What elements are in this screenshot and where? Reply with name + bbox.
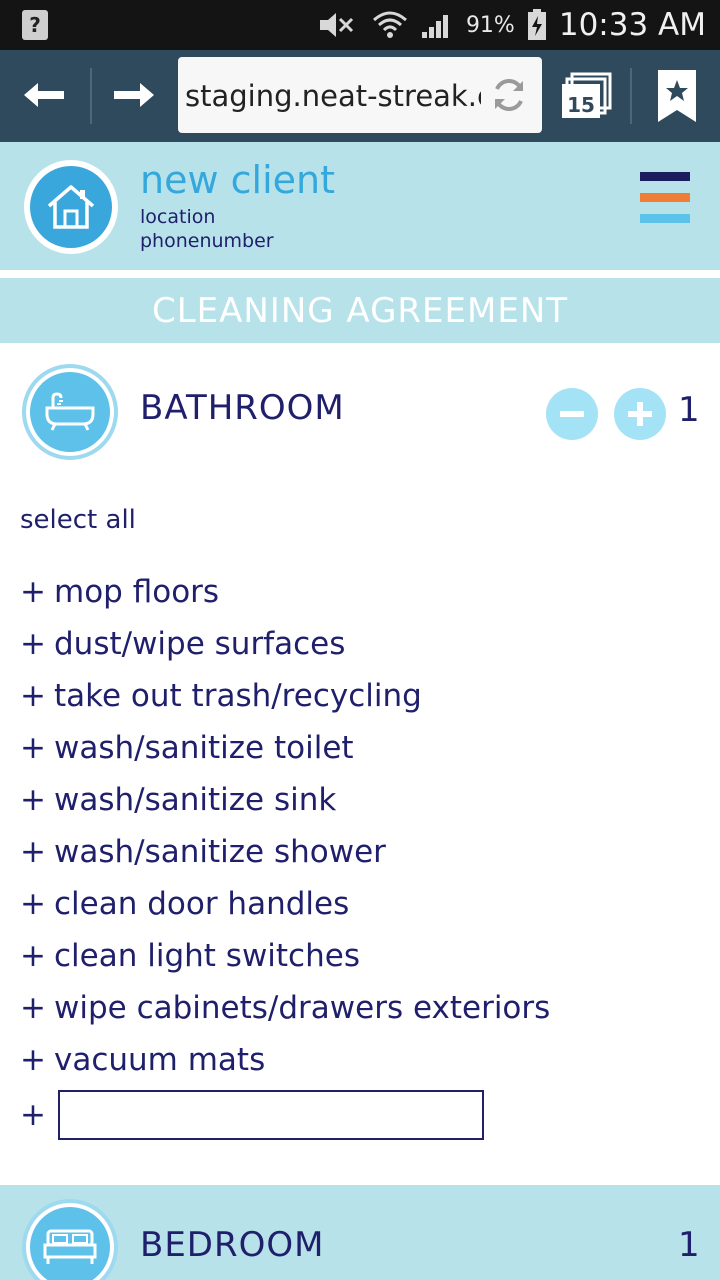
- toolbar-divider: [90, 68, 92, 124]
- tab-count: 15: [567, 93, 595, 117]
- add-task-plus[interactable]: +: [20, 834, 54, 870]
- wifi-icon: [372, 10, 408, 40]
- menu-bar-icon: [640, 172, 690, 181]
- client-phone: phonenumber: [140, 230, 274, 252]
- task-item[interactable]: + mop floors: [20, 566, 710, 618]
- agreement-banner: CLEANING AGREEMENT: [0, 278, 720, 343]
- unknown-app-notification-icon: ?: [22, 10, 48, 40]
- client-header: new client location phonenumber: [0, 142, 720, 270]
- hamburger-menu-button[interactable]: [640, 172, 690, 224]
- add-task-plus[interactable]: +: [20, 574, 54, 610]
- task-label[interactable]: clean door handles: [54, 886, 349, 922]
- tabs-button[interactable]: 15: [558, 72, 614, 122]
- battery-charging-icon: [527, 9, 547, 41]
- reload-icon[interactable]: [490, 76, 528, 118]
- add-task-plus[interactable]: +: [20, 782, 54, 818]
- task-item[interactable]: + clean door handles: [20, 878, 710, 930]
- task-label[interactable]: wash/sanitize toilet: [54, 730, 354, 766]
- add-task-plus[interactable]: +: [20, 730, 54, 766]
- add-task-plus[interactable]: +: [20, 886, 54, 922]
- add-task-plus[interactable]: +: [20, 990, 54, 1026]
- address-bar[interactable]: staging.neat-streak.c: [178, 57, 542, 133]
- select-all-link[interactable]: select all: [20, 505, 136, 535]
- task-item[interactable]: + wash/sanitize toilet: [20, 722, 710, 774]
- decrease-bathroom-button[interactable]: [546, 388, 598, 440]
- arrow-left-icon: [24, 83, 64, 107]
- tabs-icon: 15: [562, 72, 612, 118]
- browser-toolbar: staging.neat-streak.c 15: [0, 50, 720, 142]
- mute-icon: [316, 10, 360, 40]
- task-label[interactable]: vacuum mats: [54, 1042, 265, 1078]
- bedroom-title: BEDROOM: [140, 1225, 325, 1265]
- add-task-plus[interactable]: +: [20, 1042, 54, 1078]
- client-location: location: [140, 206, 216, 228]
- increase-bathroom-button[interactable]: [614, 388, 666, 440]
- task-label[interactable]: wipe cabinets/drawers exteriors: [54, 990, 550, 1026]
- task-item[interactable]: + take out trash/recycling: [20, 670, 710, 722]
- clock: 10:33 AM: [558, 7, 706, 43]
- add-task-plus[interactable]: +: [20, 626, 54, 662]
- task-label[interactable]: mop floors: [54, 574, 219, 610]
- agreement-title: CLEANING AGREEMENT: [151, 290, 569, 331]
- bathroom-count: 1: [678, 390, 700, 430]
- client-avatar: [24, 160, 118, 254]
- task-label[interactable]: wash/sanitize sink: [54, 782, 336, 818]
- back-button[interactable]: [18, 70, 70, 120]
- bedroom-section: BEDROOM 1: [0, 1185, 720, 1280]
- task-item[interactable]: + vacuum mats: [20, 1034, 710, 1086]
- house-icon: [47, 185, 95, 229]
- status-icons: 91% 10:33 AM: [316, 0, 706, 50]
- divider: [0, 270, 720, 278]
- signal-icon: [420, 10, 454, 40]
- bathtub-icon: [45, 392, 95, 431]
- bathroom-icon-badge: [22, 364, 118, 460]
- add-task-plus[interactable]: +: [20, 678, 54, 714]
- toolbar-divider: [630, 68, 632, 124]
- task-item[interactable]: + wipe cabinets/drawers exteriors: [20, 982, 710, 1034]
- add-task-plus[interactable]: +: [20, 938, 54, 974]
- minus-icon: [560, 411, 584, 417]
- battery-percent: 91%: [465, 12, 515, 38]
- arrow-right-icon: [114, 83, 154, 107]
- status-bar: ? 91% 10:33 AM: [0, 0, 720, 50]
- task-item[interactable]: + wash/sanitize sink: [20, 774, 710, 826]
- plus-icon: [628, 402, 652, 426]
- bedroom-count: 1: [678, 1225, 700, 1265]
- task-item[interactable]: + dust/wipe surfaces: [20, 618, 710, 670]
- menu-bar-icon: [640, 193, 690, 202]
- task-item[interactable]: + wash/sanitize shower: [20, 826, 710, 878]
- bathroom-title: BATHROOM: [140, 388, 345, 428]
- menu-bar-icon: [640, 214, 690, 223]
- add-custom-task-plus[interactable]: +: [20, 1097, 58, 1133]
- task-label[interactable]: take out trash/recycling: [54, 678, 422, 714]
- task-label[interactable]: dust/wipe surfaces: [54, 626, 345, 662]
- custom-task-input[interactable]: [58, 1090, 484, 1140]
- url-text[interactable]: staging.neat-streak.c: [185, 79, 481, 113]
- bathroom-task-list: + mop floors + dust/wipe surfaces + take out …: [20, 566, 710, 1086]
- task-label[interactable]: clean light switches: [54, 938, 360, 974]
- custom-task-row: +: [20, 1090, 484, 1140]
- forward-button[interactable]: [108, 70, 160, 120]
- bedroom-icon-badge: [22, 1199, 118, 1280]
- client-name: new client: [140, 158, 335, 202]
- bed-icon: [43, 1229, 97, 1264]
- bookmark-button[interactable]: [656, 68, 698, 124]
- task-label[interactable]: wash/sanitize shower: [54, 834, 386, 870]
- bookmark-star-icon: [658, 70, 696, 122]
- task-item[interactable]: + clean light switches: [20, 930, 710, 982]
